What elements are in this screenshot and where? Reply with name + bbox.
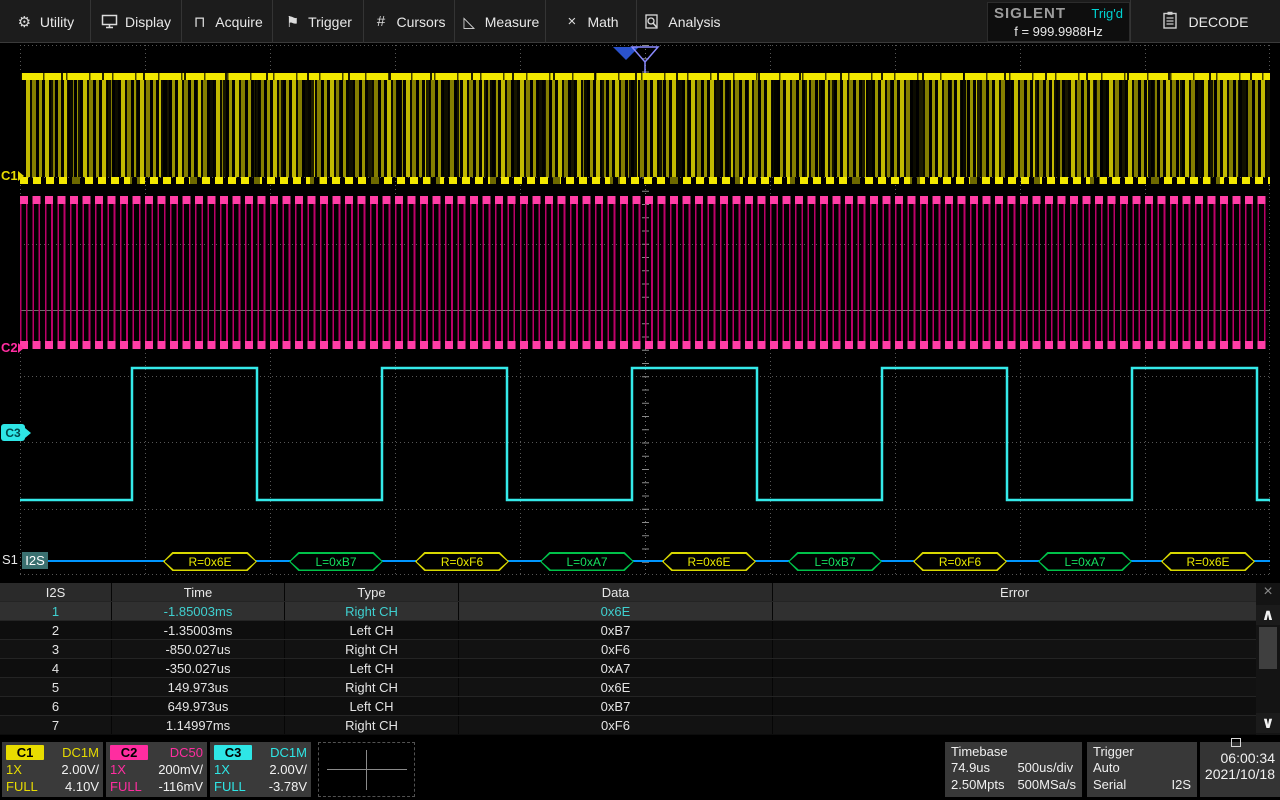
decode-bubble: L=0xB7 bbox=[788, 552, 882, 571]
c3-channel-marker[interactable]: C3 bbox=[1, 424, 31, 441]
trigger-box[interactable]: Trigger Auto Serial I2S bbox=[1087, 742, 1197, 797]
menu-cursors[interactable]: # Cursors bbox=[364, 0, 455, 43]
s1-bus-marker[interactable]: S1 bbox=[2, 552, 18, 567]
decode-bubble: L=0xA7 bbox=[1038, 552, 1132, 571]
trigger-mode: Auto bbox=[1093, 760, 1171, 775]
timebase-samplerate: 500MSa/s bbox=[1017, 777, 1076, 792]
decode-bubble: R=0xF6 bbox=[913, 552, 1007, 571]
c3-arrow-icon bbox=[25, 428, 31, 438]
add-channel-placeholder[interactable] bbox=[318, 742, 415, 797]
c1-channel-marker[interactable]: C1 bbox=[1, 168, 24, 183]
c1-tag: C1 bbox=[6, 745, 44, 760]
decode-bubble: L=0xA7 bbox=[540, 552, 634, 571]
table-row[interactable]: 4-350.027usLeft CH0xA7 bbox=[0, 658, 1280, 677]
col-header-i2s: I2S bbox=[0, 583, 112, 601]
trigger-title: Trigger bbox=[1093, 743, 1191, 760]
menu-measure-label: Measure bbox=[485, 14, 539, 30]
table-header-row: I2S Time Type Data Error bbox=[0, 583, 1280, 601]
c3-descriptor-box[interactable]: C3DC1M 1X2.00V/ FULL-3.78V bbox=[210, 742, 311, 797]
menu-utility[interactable]: ⚙ Utility bbox=[0, 0, 91, 43]
table-row[interactable]: 2-1.35003msLeft CH0xB7 bbox=[0, 620, 1280, 639]
decode-bubble: R=0x6E bbox=[1161, 552, 1255, 571]
timebase-memory: 2.50Mpts bbox=[951, 777, 1017, 792]
notification-square-icon bbox=[1231, 738, 1241, 747]
table-row[interactable]: 71.14997msRight CH0xF6 bbox=[0, 715, 1280, 734]
status-bar: C1DC1M 1X2.00V/ FULL4.10V C2DC50 1X200mV… bbox=[0, 738, 1280, 800]
decode-bubble: R=0x6E bbox=[163, 552, 257, 571]
menu-acquire-label: Acquire bbox=[215, 14, 262, 30]
decode-bubble: R=0x6E bbox=[662, 552, 756, 571]
table-scrollbar[interactable]: × ∧ ∨ bbox=[1256, 583, 1280, 735]
table-row[interactable]: 5149.973usRight CH0x6E bbox=[0, 677, 1280, 696]
menu-trigger-label: Trigger bbox=[308, 14, 352, 30]
menubar: ⚙ Utility Display ⊓ Acquire ⚑ Trigger # … bbox=[0, 0, 1280, 43]
frequency-counter: f = 999.9988Hz bbox=[988, 22, 1129, 39]
clock-time: 06:00:34 bbox=[1200, 750, 1275, 766]
monitor-icon bbox=[101, 14, 118, 29]
table-row[interactable]: 1-1.85003msRight CH0x6E bbox=[0, 601, 1280, 620]
menu-display[interactable]: Display bbox=[91, 0, 182, 43]
gear-icon: ⚙ bbox=[16, 13, 33, 31]
trigger-status: Trig'd bbox=[1091, 6, 1123, 21]
i2s-bus-tag[interactable]: I2S bbox=[22, 552, 48, 569]
menu-cursors-label: Cursors bbox=[396, 14, 445, 30]
c2-descriptor-box[interactable]: C2DC50 1X200mV/ FULL-116mV bbox=[106, 742, 207, 797]
menu-utility-label: Utility bbox=[40, 14, 74, 30]
close-icon[interactable]: × bbox=[1256, 583, 1280, 601]
decode-button[interactable]: DECODE bbox=[1130, 0, 1280, 43]
decode-button-label: DECODE bbox=[1189, 14, 1249, 30]
decode-bubble: R=0xF6 bbox=[415, 552, 509, 571]
trigger-status-panel: SIGLENT Trig'd f = 999.9988Hz bbox=[987, 2, 1130, 42]
clock-box: 06:00:34 2021/10/18 bbox=[1200, 742, 1280, 797]
math-icon: × bbox=[563, 13, 580, 30]
col-header-time: Time bbox=[112, 583, 285, 601]
oscilloscope-screen: ⚙ Utility Display ⊓ Acquire ⚑ Trigger # … bbox=[0, 0, 1280, 800]
menu-trigger[interactable]: ⚑ Trigger bbox=[273, 0, 364, 43]
waveform-display[interactable]: C1 C2 C3 S1 I2S R=0x6E L=0xB7 R=0xF6 L=0… bbox=[0, 44, 1280, 578]
c1-descriptor-box[interactable]: C1DC1M 1X2.00V/ FULL4.10V bbox=[2, 742, 103, 797]
timebase-scale: 500us/div bbox=[1017, 760, 1076, 775]
menu-analysis[interactable]: Analysis bbox=[637, 0, 728, 43]
decode-bubble: L=0xB7 bbox=[289, 552, 383, 571]
cursors-grid-icon: # bbox=[372, 13, 389, 30]
c1-waveform bbox=[20, 73, 1270, 184]
timebase-delay: 74.9us bbox=[951, 760, 1017, 775]
c2-channel-marker[interactable]: C2 bbox=[1, 340, 24, 355]
c2-waveform bbox=[20, 196, 1270, 349]
c1-arrow-icon bbox=[18, 171, 24, 181]
table-row[interactable]: 6649.973usLeft CH0xB7 bbox=[0, 696, 1280, 715]
acquire-icon: ⊓ bbox=[191, 13, 208, 31]
timebase-title: Timebase bbox=[951, 743, 1076, 760]
flag-icon: ⚑ bbox=[284, 13, 301, 31]
menu-display-label: Display bbox=[125, 14, 171, 30]
decode-list-table: I2S Time Type Data Error 1-1.85003msRigh… bbox=[0, 583, 1280, 735]
trigger-delay-marker bbox=[613, 47, 639, 60]
timebase-box[interactable]: Timebase 74.9us 500us/div 2.50Mpts 500MS… bbox=[945, 742, 1082, 797]
c3-tag: C3 bbox=[214, 745, 252, 760]
menu-measure[interactable]: ◺ Measure bbox=[455, 0, 546, 43]
trigger-type: Serial bbox=[1093, 777, 1171, 792]
table-row[interactable]: 3-850.027usRight CH0xF6 bbox=[0, 639, 1280, 658]
menu-math-label: Math bbox=[587, 14, 618, 30]
ruler-icon: ◺ bbox=[461, 13, 478, 31]
c2-arrow-icon bbox=[18, 343, 24, 353]
magnifier-icon bbox=[644, 14, 661, 30]
crosshair-icon bbox=[327, 769, 407, 770]
clipboard-icon bbox=[1163, 11, 1177, 32]
menu-analysis-label: Analysis bbox=[668, 14, 720, 30]
menu-math[interactable]: × Math bbox=[546, 0, 637, 43]
siglent-logo: SIGLENT bbox=[994, 5, 1066, 22]
clock-date: 2021/10/18 bbox=[1200, 766, 1275, 782]
col-header-type: Type bbox=[285, 583, 459, 601]
c2-tag: C2 bbox=[110, 745, 148, 760]
scroll-up-icon[interactable]: ∧ bbox=[1256, 605, 1280, 625]
scrollbar-thumb[interactable] bbox=[1259, 627, 1277, 669]
menu-acquire[interactable]: ⊓ Acquire bbox=[182, 0, 273, 43]
scroll-down-icon[interactable]: ∨ bbox=[1256, 713, 1280, 733]
trigger-source: I2S bbox=[1171, 777, 1191, 792]
col-header-error: Error bbox=[773, 583, 1256, 601]
col-header-data: Data bbox=[459, 583, 773, 601]
